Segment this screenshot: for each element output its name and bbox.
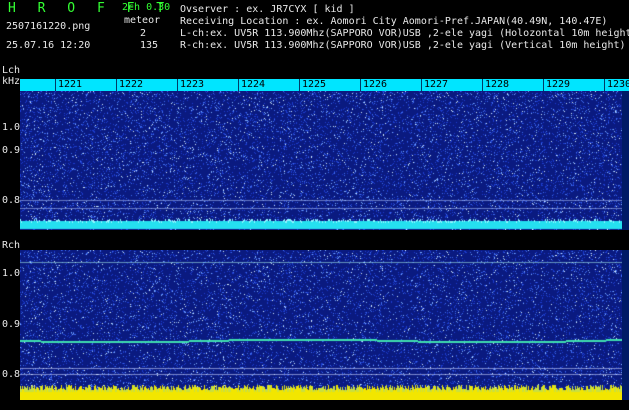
mode-label: 2ch 0.30	[122, 2, 171, 13]
meteor-label: meteor	[124, 15, 161, 26]
rch-spectrogram-canvas	[20, 250, 622, 400]
time-axis-label: 1228	[485, 79, 510, 90]
time-axis-tick	[543, 79, 544, 91]
meteor-total-count: 135	[140, 40, 159, 51]
lch-label: Lch	[2, 65, 21, 76]
lch-spectrogram-canvas	[20, 91, 622, 230]
lch-tick-1-0: 1.0	[2, 122, 21, 133]
time-axis-tick	[116, 79, 117, 91]
lch-info: L-ch:ex. UV5R 113.900Mhz(SAPPORO VOR)USB…	[180, 28, 629, 39]
time-axis-label: 1230	[607, 79, 629, 90]
lch-spectrogram	[20, 91, 622, 230]
time-axis-tick	[421, 79, 422, 91]
observer-info: Ovserver : ex. JR7CYX [ kid ]	[180, 4, 355, 15]
rch-tick-1-0: 1.0	[2, 268, 21, 279]
time-axis-label: 1225	[302, 79, 327, 90]
lch-unit: kHz	[2, 76, 21, 87]
time-axis-label: 1224	[241, 79, 266, 90]
rch-info: R-ch:ex. UV5R 113.900Mhz(SAPPORO VOR)USB…	[180, 40, 626, 51]
right-edge-bar-r	[622, 250, 629, 400]
rch-label: Rch	[2, 240, 21, 251]
time-axis-label: 1227	[424, 79, 449, 90]
file-name: 2507161220.png	[6, 21, 91, 32]
time-axis-tick	[238, 79, 239, 91]
time-axis-tick	[177, 79, 178, 91]
time-axis-label: 1223	[180, 79, 205, 90]
rch-tick-0-8: 0.8	[2, 369, 21, 380]
timestamp: 25.07.16 12:20	[6, 40, 91, 51]
location-info: Receiving Location : ex. Aomori City Aom…	[180, 16, 608, 27]
time-axis-tick	[482, 79, 483, 91]
time-axis-label: 1222	[119, 79, 144, 90]
time-axis-bar: 1221 1222 1223 1224 1225 1226 1227 1228 1229 1230…	[20, 79, 629, 91]
time-axis-tick	[55, 79, 56, 91]
rch-tick-0-9: 0.9	[2, 319, 21, 330]
time-axis-tick	[299, 79, 300, 91]
meteor-hour-count: 2	[140, 28, 147, 39]
time-axis-tick	[360, 79, 361, 91]
lch-tick-0-8: 0.8	[2, 195, 21, 206]
time-axis-tick	[604, 79, 605, 91]
lch-tick-0-9: 0.9	[2, 145, 21, 156]
time-axis-label: 1221	[58, 79, 83, 90]
rch-spectrogram	[20, 250, 622, 400]
time-axis-label: 1229	[546, 79, 571, 90]
right-edge-bar	[622, 91, 629, 230]
time-axis-label: 1226	[363, 79, 388, 90]
